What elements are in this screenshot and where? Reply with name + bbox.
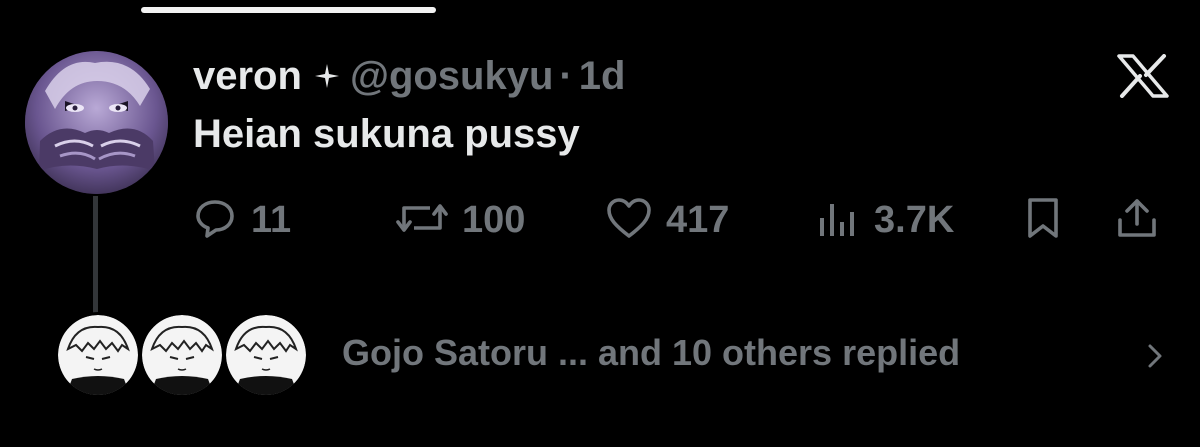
reply-button[interactable]: 11 bbox=[193, 192, 291, 248]
repost-count: 100 bbox=[462, 198, 526, 241]
views-count: 3.7K bbox=[874, 198, 955, 241]
heart-icon bbox=[606, 196, 652, 245]
like-button[interactable]: 417 bbox=[606, 192, 729, 248]
author-handle[interactable]: @gosukyu bbox=[350, 54, 553, 99]
thread-connector-line bbox=[93, 196, 98, 314]
repost-button[interactable]: 100 bbox=[396, 192, 525, 248]
tweet-header: veron @gosukyu · 1d bbox=[193, 48, 625, 104]
share-icon bbox=[1115, 196, 1159, 245]
separator-dot: · bbox=[559, 53, 573, 98]
tweet-text: Heian sukuna pussy bbox=[193, 112, 580, 156]
sparkle-icon bbox=[314, 63, 340, 89]
views-button[interactable]: 3.7K bbox=[816, 192, 954, 248]
like-count: 417 bbox=[666, 198, 730, 241]
tweet-timestamp[interactable]: 1d bbox=[579, 54, 626, 99]
replier-avatar bbox=[139, 312, 225, 398]
author-display-name[interactable]: veron bbox=[193, 54, 302, 99]
reply-icon bbox=[193, 196, 237, 245]
x-logo-icon bbox=[1117, 54, 1169, 98]
chevron-right-icon bbox=[1145, 340, 1165, 377]
bookmark-icon bbox=[1023, 196, 1063, 245]
repost-icon bbox=[396, 196, 448, 245]
bookmark-button[interactable] bbox=[1023, 192, 1063, 248]
replier-avatar bbox=[223, 312, 309, 398]
replies-summary-row[interactable]: Gojo Satoru ... and 10 others replied bbox=[55, 312, 1175, 398]
views-icon bbox=[816, 196, 860, 245]
tweet-action-bar: 11 100 417 3.7K bbox=[193, 192, 1173, 248]
home-indicator-bar bbox=[141, 7, 436, 13]
author-avatar[interactable] bbox=[25, 51, 168, 194]
replies-summary-text: Gojo Satoru ... and 10 others replied bbox=[342, 332, 961, 373]
share-button[interactable] bbox=[1115, 192, 1159, 248]
reply-count: 11 bbox=[251, 198, 292, 241]
replier-avatar bbox=[55, 312, 141, 398]
